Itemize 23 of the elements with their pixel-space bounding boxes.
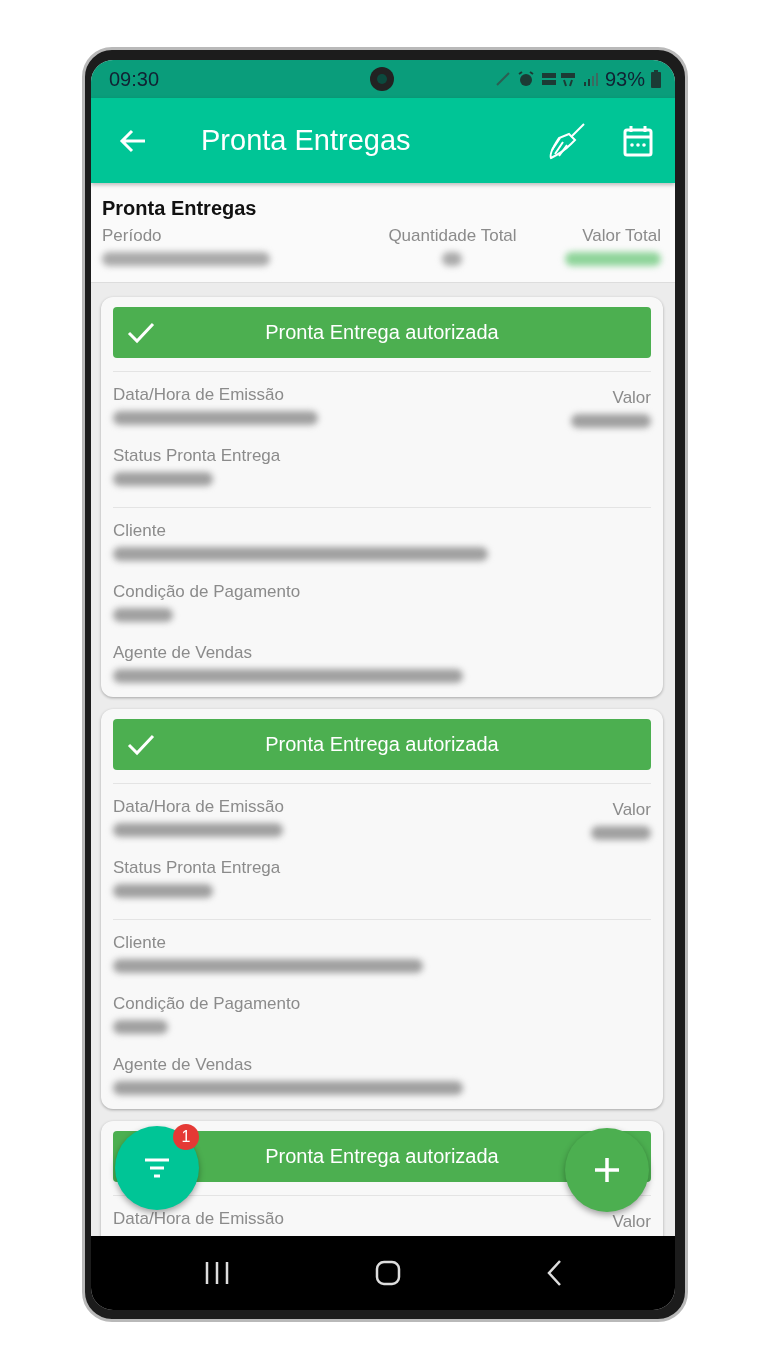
- field-label: Valor: [612, 388, 651, 408]
- summary-label: Período: [102, 226, 163, 246]
- battery-percent: 93%: [604, 67, 645, 91]
- field-label: Condição de Pagamento: [113, 582, 302, 602]
- field-label: Data/Hora de Emissão: [113, 797, 285, 817]
- status-banner: Pronta Entrega autorizada: [113, 719, 651, 770]
- field-label: Cliente: [113, 933, 167, 953]
- field-label: Data/Hora de Emissão: [113, 1209, 285, 1229]
- summary-label: Valor Total: [582, 226, 661, 246]
- field-label: Data/Hora de Emissão: [113, 385, 286, 405]
- field-label: Valor: [612, 1212, 651, 1232]
- summary-title: Pronta Entregas: [102, 197, 258, 220]
- field-label: Status Pronta Entrega: [113, 446, 282, 466]
- field-label: Agente de Vendas: [113, 643, 253, 663]
- status-time: 09:30: [109, 67, 160, 91]
- field-label: Cliente: [113, 521, 167, 541]
- summary-label: Quantidade Total: [388, 226, 517, 246]
- field-label: Valor: [612, 800, 651, 820]
- field-label: Status Pronta Entrega: [113, 858, 282, 878]
- page-title: Pronta Entregas: [201, 124, 411, 157]
- field-label: Agente de Vendas: [113, 1055, 253, 1075]
- field-label: Condição de Pagamento: [113, 994, 302, 1014]
- status-banner: Pronta Entrega autorizada: [113, 307, 651, 358]
